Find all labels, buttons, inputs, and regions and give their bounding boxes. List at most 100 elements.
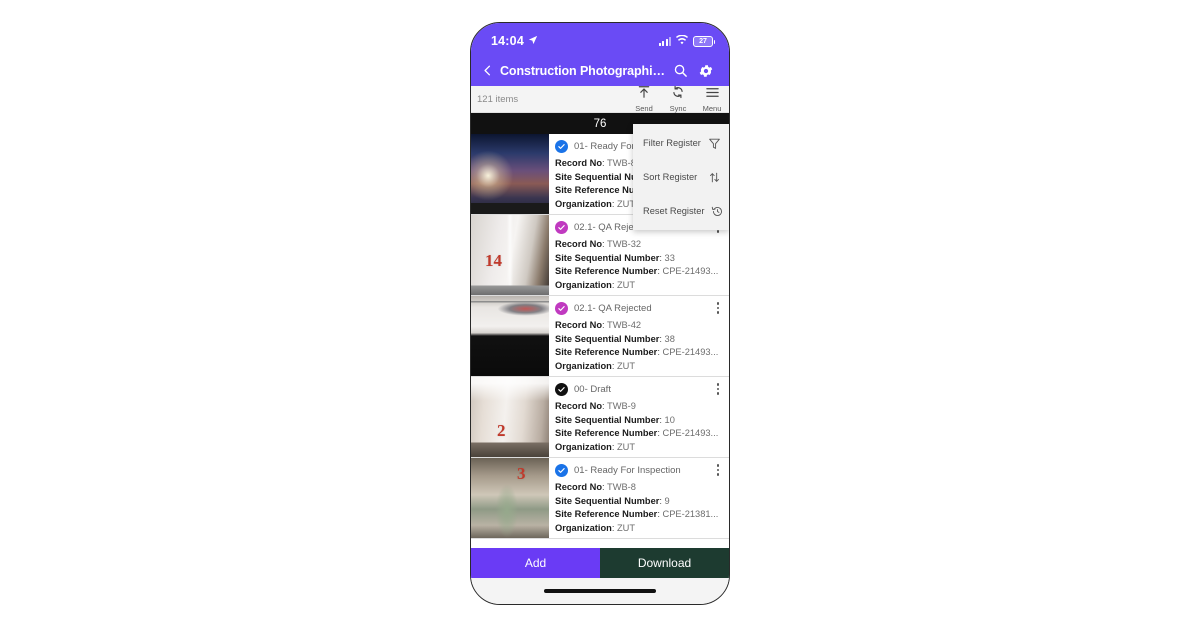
add-button-label: Add: [524, 556, 547, 570]
back-chevron-icon[interactable]: [477, 64, 497, 77]
organization-value: ZUT: [617, 441, 636, 452]
check-circle-icon: [555, 464, 568, 477]
record-no-value: TWB-32: [607, 239, 642, 249]
status-bar-left: 14:04: [491, 34, 538, 48]
record-overflow-menu[interactable]: [712, 300, 724, 316]
site-reference-number-field: Site Reference Number: CPE-21381...: [555, 509, 719, 520]
home-indicator[interactable]: [544, 589, 656, 593]
record-thumbnail[interactable]: [471, 134, 549, 214]
organization-label: Organization: [555, 198, 612, 209]
site-reference-number-field: Site Reference Number: CPE-21493...: [555, 266, 719, 277]
thumbnail-mark: 3: [517, 464, 526, 483]
record-details: 01- Ready For Inspection Record No: TWB-…: [549, 458, 729, 538]
gear-icon[interactable]: [693, 63, 719, 79]
status-bar-time: 14:04: [491, 34, 524, 48]
check-circle-icon: [555, 383, 568, 396]
record-no-label: Record No: [555, 158, 603, 168]
search-icon[interactable]: [667, 63, 693, 78]
record-thumbnail[interactable]: 2: [471, 377, 549, 457]
status-badge: 00- Draft: [555, 383, 725, 396]
status-label: 01- Ready For Inspection: [574, 465, 681, 476]
site-sequential-number-value: 38: [664, 333, 675, 344]
items-count-label: 121 items: [477, 93, 519, 105]
register-dropdown-menu[interactable]: Filter Register Sort Register Reset Regi…: [633, 124, 729, 230]
wifi-icon: [676, 32, 688, 50]
menu-label: Menu: [702, 103, 722, 113]
organization-field: Organization: ZUT: [555, 522, 636, 533]
battery-icon: 27: [693, 35, 715, 47]
site-reference-number-field: Site Reference Number: CPE-21493...: [555, 428, 719, 439]
home-indicator-area: [471, 578, 729, 604]
organization-field: Organization: ZUT: [555, 441, 636, 452]
send-label: Send: [635, 104, 653, 113]
organization-label: Organization: [555, 360, 612, 371]
reset-register-label: Reset Register: [643, 206, 705, 216]
site-sequential-number-label: Site Sequential Number: [555, 333, 660, 344]
check-circle-icon: [555, 140, 568, 153]
site-reference-number-value: CPE-21493...: [662, 347, 719, 358]
list-item[interactable]: 02.1- QA Rejected Record No: TWB-42 Site…: [471, 296, 729, 377]
organization-value: ZUT: [617, 522, 636, 533]
thumbnail-mark: 2: [497, 421, 506, 440]
register-toolbar: 121 items Send Sync Menu: [471, 85, 729, 113]
record-thumbnail[interactable]: 14: [471, 215, 549, 295]
site-sequential-number-field: Site Sequential Number: 9: [555, 495, 670, 506]
menu-item-reset-register[interactable]: Reset Register: [633, 194, 729, 228]
sort-register-label: Sort Register: [643, 172, 698, 182]
screenshot-stage: 14:04 27 Construction Photographic... 12…: [0, 0, 1200, 627]
status-badge: 02.1- QA Rejected: [555, 302, 725, 315]
page-title: Construction Photographic...: [500, 63, 667, 78]
battery-level: 27: [699, 37, 707, 45]
record-details: 02.1- QA Rejected Record No: TWB-42 Site…: [549, 296, 729, 376]
phone-frame: 14:04 27 Construction Photographic... 12…: [470, 22, 730, 605]
site-reference-number-value: CPE-21381...: [662, 509, 719, 520]
cellular-signal-icon: [658, 36, 671, 46]
hamburger-menu-icon: [705, 86, 720, 104]
record-thumbnail[interactable]: [471, 296, 549, 376]
download-button-label: Download: [637, 556, 692, 570]
site-reference-number-label: Site Reference Number: [555, 509, 658, 520]
list-item[interactable]: 2 00- Draft Record No: TWB-9 Site Sequen…: [471, 377, 729, 458]
organization-label: Organization: [555, 279, 612, 290]
record-no-field: Record No: TWB-9: [555, 401, 636, 411]
sort-arrows-icon: [706, 171, 722, 184]
site-sequential-number-field: Site Sequential Number: 10: [555, 414, 675, 425]
record-no-field: Record No: TWB-42: [555, 320, 642, 330]
status-label: 00- Draft: [574, 384, 611, 395]
status-bar-right: 27: [658, 32, 715, 50]
sync-refresh-icon: [671, 85, 685, 104]
record-thumbnail[interactable]: 3: [471, 458, 549, 538]
organization-value: ZUT: [617, 360, 636, 371]
record-no-field: Record No: TWB-32: [555, 239, 642, 249]
download-button[interactable]: Download: [600, 548, 729, 578]
record-no-value: TWB-8: [607, 482, 636, 492]
status-bar: 14:04 27: [471, 23, 729, 55]
send-button[interactable]: Send: [627, 85, 661, 113]
check-circle-icon: [555, 221, 568, 234]
location-arrow-icon: [528, 34, 538, 48]
list-item[interactable]: 3 01- Ready For Inspection Record No: TW…: [471, 458, 729, 539]
site-reference-number-label: Site Reference Number: [555, 347, 658, 358]
bottom-action-bar: Add Download: [471, 548, 729, 578]
sync-label: Sync: [669, 104, 687, 113]
record-overflow-menu[interactable]: [712, 462, 724, 478]
thumbnail-mark: 14: [485, 251, 502, 270]
site-reference-number-field: Site Reference Number: CPE-21493...: [555, 347, 719, 358]
site-sequential-number-label: Site Sequential Number: [555, 252, 660, 263]
filter-funnel-icon: [707, 137, 722, 150]
site-sequential-number-value: 10: [664, 414, 675, 425]
reset-history-icon: [711, 205, 724, 218]
menu-button[interactable]: Menu: [695, 86, 729, 113]
organization-field: Organization: ZUT: [555, 360, 636, 371]
record-overflow-menu[interactable]: [712, 381, 724, 397]
add-button[interactable]: Add: [471, 548, 600, 578]
site-sequential-number-label: Site Sequential Number: [555, 414, 660, 425]
organization-label: Organization: [555, 522, 612, 533]
record-no-label: Record No: [555, 320, 603, 330]
sync-button[interactable]: Sync: [661, 85, 695, 113]
site-sequential-number-field: Site Sequential Number: 33: [555, 252, 675, 263]
menu-item-filter-register[interactable]: Filter Register: [633, 126, 729, 160]
menu-item-sort-register[interactable]: Sort Register: [633, 160, 729, 194]
site-reference-number-value: CPE-21493...: [662, 428, 719, 439]
filter-register-label: Filter Register: [643, 138, 701, 148]
